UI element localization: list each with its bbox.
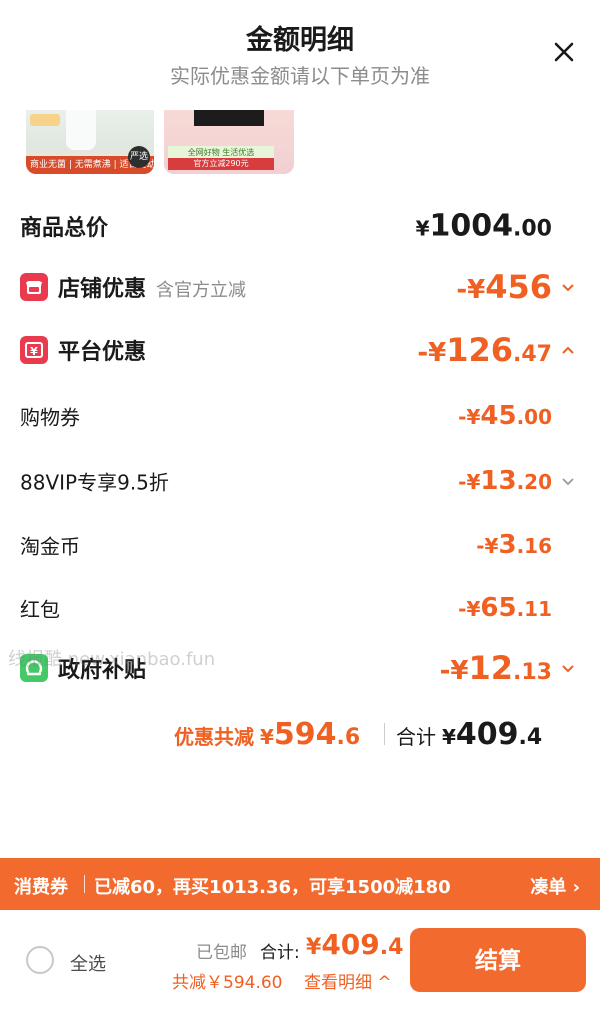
amount-integer: 409: [455, 717, 519, 752]
total-discount: 优惠共减 ¥594.6: [174, 717, 360, 752]
watermark: 线报酷 new.xianbao.fun: [8, 649, 216, 670]
row-amount: -¥12.13: [440, 649, 552, 687]
amount-currency: ¥: [442, 725, 456, 749]
total-discount-label: 优惠共减: [174, 725, 254, 749]
product-image-graphic: [194, 110, 264, 126]
checkout-button[interactable]: 结算: [410, 928, 586, 992]
row-label: 88VIP专享9.5折: [20, 470, 169, 495]
amount-currency: -¥: [458, 470, 481, 494]
amount-decimal: .11: [516, 597, 552, 621]
select-all-label[interactable]: 全选: [70, 950, 106, 976]
divider: [84, 875, 85, 893]
row-sublabel: 含官方立减: [156, 280, 247, 301]
row-amount: -¥456: [456, 268, 552, 306]
product-thumbnails: 商业无菌 | 无需煮沸 | 适合婴幼 严选 全网好物 生活优选 官方立减290元: [0, 110, 600, 176]
amount-integer: 12: [468, 649, 514, 687]
row-amount: -¥45.00: [458, 401, 552, 431]
add-items-link[interactable]: 凑单 ›: [530, 873, 580, 899]
consumption-coupon-bar[interactable]: 消费券 已减60，再买1013.36，可享1500减180 凑单 ›: [0, 858, 600, 910]
close-button[interactable]: [550, 38, 578, 66]
chevron-down-icon: [562, 478, 574, 486]
amount-integer: 65: [480, 593, 517, 623]
view-details-link[interactable]: 查看明细 ^: [304, 968, 392, 993]
grand-total: 合计 ¥409.4: [396, 717, 542, 752]
amount-decimal: .00: [516, 405, 552, 429]
row-platform-discount[interactable]: ¥ 平台优惠 -¥126.47: [0, 328, 600, 372]
select-all-radio[interactable]: [26, 946, 54, 974]
amount-currency: -¥: [417, 338, 447, 368]
close-icon: [554, 42, 574, 62]
amount-integer: 409: [321, 928, 380, 961]
row-label: 红包: [20, 597, 60, 622]
product-promo-strip: 官方立减290元: [168, 158, 274, 170]
coupon-tag: 消费券: [14, 877, 68, 898]
row-red-packet: 红包 -¥65.11: [0, 586, 600, 630]
chevron-down-icon: [562, 284, 574, 292]
amount-decimal: .00: [513, 216, 552, 242]
chevron-down-icon: [562, 665, 574, 673]
row-amount: -¥3.16: [476, 530, 552, 560]
chevron-up-icon: [562, 346, 574, 354]
grand-total-label: 合计: [396, 725, 436, 749]
row-label: 购物券: [20, 405, 80, 430]
amount-decimal: .16: [516, 534, 552, 558]
coupon-message: 已减60，再买1013.36，可享1500减180: [94, 877, 451, 898]
product-thumbnail[interactable]: 商业无菌 | 无需煮沸 | 适合婴幼 严选: [26, 110, 154, 174]
amount-currency: -¥: [439, 656, 469, 686]
amount-integer: 1004: [429, 208, 514, 244]
sheet-subtitle: 实际优惠金额请以下单页为准: [170, 64, 430, 88]
product-thumbnail[interactable]: 全网好物 生活优选 官方立减290元: [164, 110, 294, 174]
row-amount: -¥13.20: [458, 466, 552, 496]
row-88vip-discount[interactable]: 88VIP专享9.5折 -¥13.20: [0, 459, 600, 503]
row-amount: -¥126.47: [417, 331, 552, 369]
row-store-discount[interactable]: 店铺优惠 含官方立减 -¥456: [0, 265, 600, 309]
amount-integer: 45: [480, 401, 517, 431]
amount-currency: ¥: [306, 935, 322, 960]
store-icon: [20, 273, 48, 301]
checkout-footer: 全选 已包邮 合计: ¥409.4 共减￥594.60 查看明细 ^ 结算: [0, 910, 600, 1021]
divider: [384, 723, 385, 745]
discount-summary: 优惠共减 ¥594.6 合计 ¥409.4: [0, 705, 600, 755]
amount-integer: 456: [485, 268, 552, 306]
amount-currency: -¥: [458, 405, 481, 429]
amount-decimal: .4: [518, 725, 543, 750]
amount-decimal: .6: [336, 725, 361, 750]
svg-text:¥: ¥: [30, 345, 38, 358]
amount-decimal: .20: [516, 470, 552, 494]
row-label: 商品总价: [20, 216, 109, 241]
amount-decimal: .13: [513, 660, 552, 685]
yen-coupon-icon: ¥: [20, 336, 48, 364]
row-label-text: 店铺优惠: [58, 277, 147, 302]
free-shipping-label: 已包邮: [196, 943, 247, 963]
amount-currency: -¥: [476, 534, 499, 558]
footer-savings: 共减￥594.60: [172, 973, 283, 993]
footer-total-amount: ¥409.4: [306, 928, 403, 961]
amount-decimal: .4: [379, 935, 404, 960]
row-taojinbi: 淘金币 -¥3.16: [0, 523, 600, 567]
amount-decimal: .47: [513, 342, 552, 367]
row-shopping-coupon: 购物券 -¥45.00: [0, 394, 600, 438]
sheet-header: 金额明细 实际优惠金额请以下单页为准: [0, 0, 600, 100]
footer-total-label: 合计:: [260, 943, 300, 963]
amount-currency: ¥: [415, 216, 430, 241]
row-label: 平台优惠: [58, 340, 147, 365]
row-total-price: 商品总价 ¥1004.00: [0, 204, 600, 248]
amount-integer: 3: [498, 530, 517, 560]
bottle-graphic: [66, 110, 96, 150]
amount-integer: 13: [480, 466, 517, 496]
amount-integer: 594: [273, 717, 337, 752]
row-label: 淘金币: [20, 534, 80, 559]
row-amount: -¥65.11: [458, 593, 552, 623]
amount-integer: 126: [446, 331, 514, 369]
row-amount: ¥1004.00: [416, 209, 552, 244]
bottle-cap-graphic: [30, 114, 60, 126]
amount-currency: -¥: [456, 275, 486, 305]
amount-currency: -¥: [458, 597, 481, 621]
row-label: 店铺优惠 含官方立减: [58, 271, 246, 303]
sheet-title: 金额明细: [246, 25, 354, 56]
product-tag-badge: 严选: [128, 146, 150, 168]
amount-currency: ¥: [260, 725, 274, 749]
